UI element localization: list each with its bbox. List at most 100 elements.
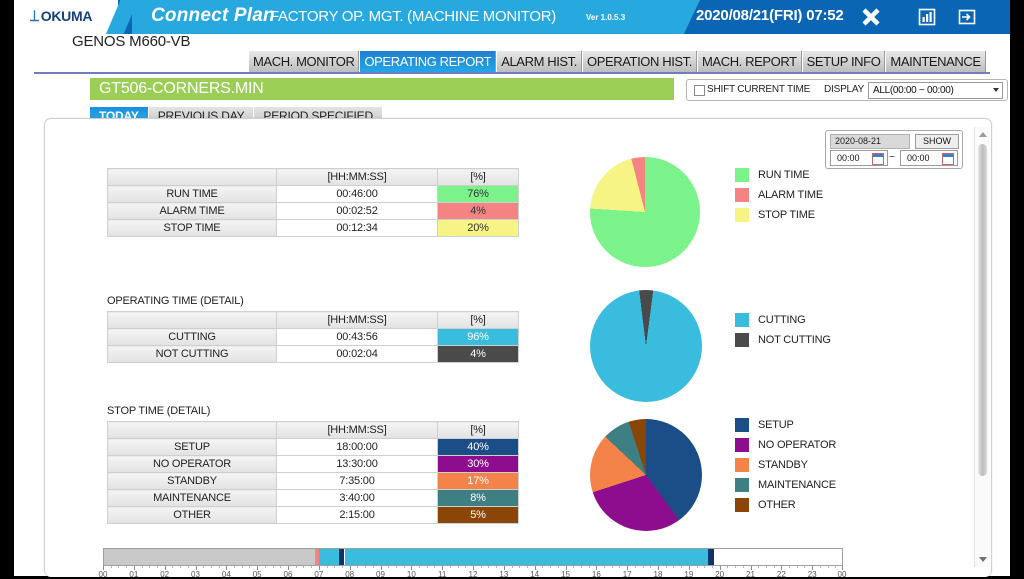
vertical-scrollbar[interactable] xyxy=(974,127,990,567)
show-button[interactable]: SHOW xyxy=(915,134,959,149)
timeline-minor-tick xyxy=(758,566,759,568)
operating-header-percent: [%] xyxy=(438,312,519,329)
okuma-logo: ⊥OKUMA xyxy=(28,7,92,25)
time-to-input[interactable]: 00:00 xyxy=(900,150,958,166)
date-input[interactable]: 2020-08-21 xyxy=(830,134,910,149)
stop-detail-legend: SETUP NO OPERATOR STANDBY MAINTENANCE OT… xyxy=(735,415,836,515)
logout-button[interactable] xyxy=(952,2,982,32)
timeline-minor-tick xyxy=(303,566,304,568)
legend-label-stop-time: STOP TIME xyxy=(758,209,815,221)
operating-header-time: [HH:MM:SS] xyxy=(277,312,438,329)
scroll-up-button[interactable] xyxy=(975,127,990,142)
stop-header-blank xyxy=(108,422,277,439)
timeline-tick-label: 23 xyxy=(808,570,817,579)
table-row: SETUP 18:00:00 40% xyxy=(108,439,519,456)
timeline-minor-tick xyxy=(342,566,343,568)
timeline-tick-label: 00 xyxy=(838,570,847,579)
product-subtitle: FACTORY OP. MGT. (MACHINE MONITOR) xyxy=(270,8,556,25)
legend-item: MAINTENANCE xyxy=(735,475,836,495)
table-header-row: [HH:MM:SS] [%] xyxy=(108,312,519,329)
display-select[interactable]: ALL(00:00 ~ 00:00) xyxy=(868,82,1003,99)
time-from-input[interactable]: 00:00 xyxy=(830,150,888,166)
tab-alarm-hist[interactable]: ALARM HIST. xyxy=(496,51,582,72)
content-panel: 2020-08-21 SHOW 00:00 ~ 00:00 xyxy=(44,118,992,577)
legend-swatch-setup xyxy=(735,418,749,432)
timeline-minor-tick xyxy=(804,566,805,568)
title-bar: ⊥OKUMA Connect Plan FACTORY OP. MGT. (MA… xyxy=(14,0,1010,34)
legend-label-other: OTHER xyxy=(758,499,796,511)
tab-operating-report[interactable]: OPERATING REPORT xyxy=(359,51,496,72)
operating-detail-title: OPERATING TIME (DETAIL) xyxy=(107,295,244,307)
timeline-minor-tick xyxy=(712,566,713,568)
timeline-minor-tick xyxy=(635,566,636,568)
table-row: OTHER 2:15:00 5% xyxy=(108,507,519,524)
timeline-tick-label: 20 xyxy=(715,570,724,579)
stop-time-no-operator: 13:30:00 xyxy=(277,456,438,473)
timeline-minor-tick xyxy=(573,566,574,568)
timeline-minor-tick xyxy=(612,566,613,568)
time-from-value: 00:00 xyxy=(837,153,860,163)
tab-operation-hist[interactable]: OPERATION HIST. xyxy=(582,51,697,72)
logout-icon xyxy=(957,7,977,27)
timeline-minor-tick xyxy=(604,566,605,568)
timeline-minor-tick xyxy=(434,566,435,568)
timeline-minor-tick xyxy=(774,566,775,568)
tab-mach-monitor[interactable]: MACH. MONITOR xyxy=(248,51,359,72)
table-row: NO OPERATOR 13:30:00 30% xyxy=(108,456,519,473)
operating-detail-table: [HH:MM:SS] [%] CUTTING 00:43:56 96% NOT … xyxy=(107,311,519,363)
timeline-minor-tick xyxy=(496,566,497,568)
timeline-tick-label: 14 xyxy=(530,570,539,579)
summary-legend: RUN TIME ALARM TIME STOP TIME xyxy=(735,165,823,225)
summary-header-blank xyxy=(108,169,277,186)
tab-maintenance[interactable]: MAINTENANCE xyxy=(885,51,985,72)
legend-swatch-alarm-time xyxy=(735,188,749,202)
nav-divider xyxy=(34,72,990,74)
timeline-minor-tick xyxy=(666,566,667,568)
timeline-minor-tick xyxy=(273,566,274,568)
legend-label-run-time: RUN TIME xyxy=(758,169,809,181)
timeline-minor-tick xyxy=(111,566,112,568)
timeline-minor-tick xyxy=(681,566,682,568)
stop-pct-no-operator: 30% xyxy=(438,456,519,473)
legend-swatch-run-time xyxy=(735,168,749,182)
chevron-down-icon xyxy=(993,88,999,92)
legend-label-not-cutting: NOT CUTTING xyxy=(758,334,831,346)
timeline-minor-tick xyxy=(427,566,428,568)
scroll-down-button[interactable] xyxy=(975,552,990,567)
legend-item: OTHER xyxy=(735,495,836,515)
timeline-minor-tick xyxy=(157,566,158,568)
timeline-minor-tick xyxy=(142,566,143,568)
legend-label-cutting: CUTTING xyxy=(758,314,805,326)
okuma-logo-text: OKUMA xyxy=(41,8,92,24)
stop-time-setup: 18:00:00 xyxy=(277,439,438,456)
timeline-minor-tick xyxy=(797,566,798,568)
stop-label-other: OTHER xyxy=(108,507,277,524)
timeline-tick-label: 06 xyxy=(284,570,293,579)
tab-setup-info[interactable]: SETUP INFO xyxy=(802,51,886,72)
shift-current-time-label: SHIFT CURRENT TIME xyxy=(707,84,810,95)
shift-current-time-checkbox[interactable] xyxy=(694,85,705,96)
timeline-tick-label: 12 xyxy=(469,570,478,579)
timeline-minor-tick xyxy=(619,566,620,568)
summary-time-stop-time: 00:12:34 xyxy=(277,220,438,237)
timeline-minor-tick xyxy=(296,566,297,568)
timeline-minor-tick xyxy=(558,566,559,568)
stop-detail-pie-chart xyxy=(590,419,702,531)
timeline-minor-tick xyxy=(334,566,335,568)
date-range-picker: 2020-08-21 SHOW 00:00 ~ 00:00 xyxy=(825,130,963,169)
close-button[interactable] xyxy=(856,2,886,32)
operating-detail-legend: CUTTING NOT CUTTING xyxy=(735,310,831,350)
legend-item: NO OPERATOR xyxy=(735,435,836,455)
calendar-icon xyxy=(872,153,884,165)
timeline-minor-tick xyxy=(542,566,543,568)
tab-mach-report[interactable]: MACH. REPORT xyxy=(697,51,802,72)
legend-item: ALARM TIME xyxy=(735,185,823,205)
legend-item: NOT CUTTING xyxy=(735,330,831,350)
scrollbar-thumb[interactable] xyxy=(978,144,987,476)
display-select-value: ALL(00:00 ~ 00:00) xyxy=(873,85,954,96)
chart-button[interactable] xyxy=(912,2,942,32)
table-row: STOP TIME 00:12:34 20% xyxy=(108,220,519,237)
display-label: DISPLAY xyxy=(824,84,864,95)
timeline-minor-tick xyxy=(249,566,250,568)
timeline-axis: 0001020304050607080910111213141516171819… xyxy=(103,566,843,578)
